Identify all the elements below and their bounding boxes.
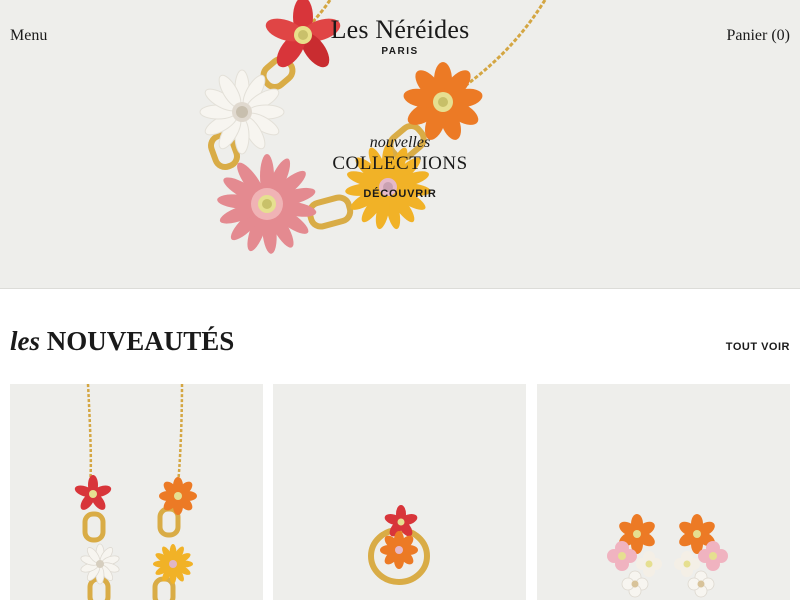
product-grid [10,384,790,600]
hero-banner[interactable]: Menu Les Néréides PARIS Panier (0) nouve… [0,0,800,289]
brand-logo[interactable]: Les Néréides PARIS [0,15,800,57]
hero-kicker: nouvelles [369,134,431,151]
product-card-necklace[interactable] [10,384,263,600]
new-arrivals-header: les NOUVEAUTÉS TOUT VOIR [10,322,790,362]
brand-name: Les Néréides [330,15,470,44]
brand-city: PARIS [381,46,419,57]
discover-button[interactable]: DÉCOUVRIR [363,188,436,200]
hero-title: COLLECTIONS [332,153,468,174]
cart-button[interactable]: Panier (0) [726,27,790,45]
product-image-necklace [74,384,197,600]
section-title-italic: les [10,326,40,356]
product-card-ring[interactable] [273,384,526,600]
see-all-link[interactable]: TOUT VOIR [726,341,790,353]
hero-copy: nouvelles COLLECTIONS DÉCOUVRIR [0,134,800,202]
product-image-ring [368,505,430,585]
product-image-earrings [607,514,728,598]
section-title-main: NOUVEAUTÉS [46,326,235,356]
product-card-earrings[interactable] [537,384,790,600]
section-title: les NOUVEAUTÉS [10,326,234,357]
